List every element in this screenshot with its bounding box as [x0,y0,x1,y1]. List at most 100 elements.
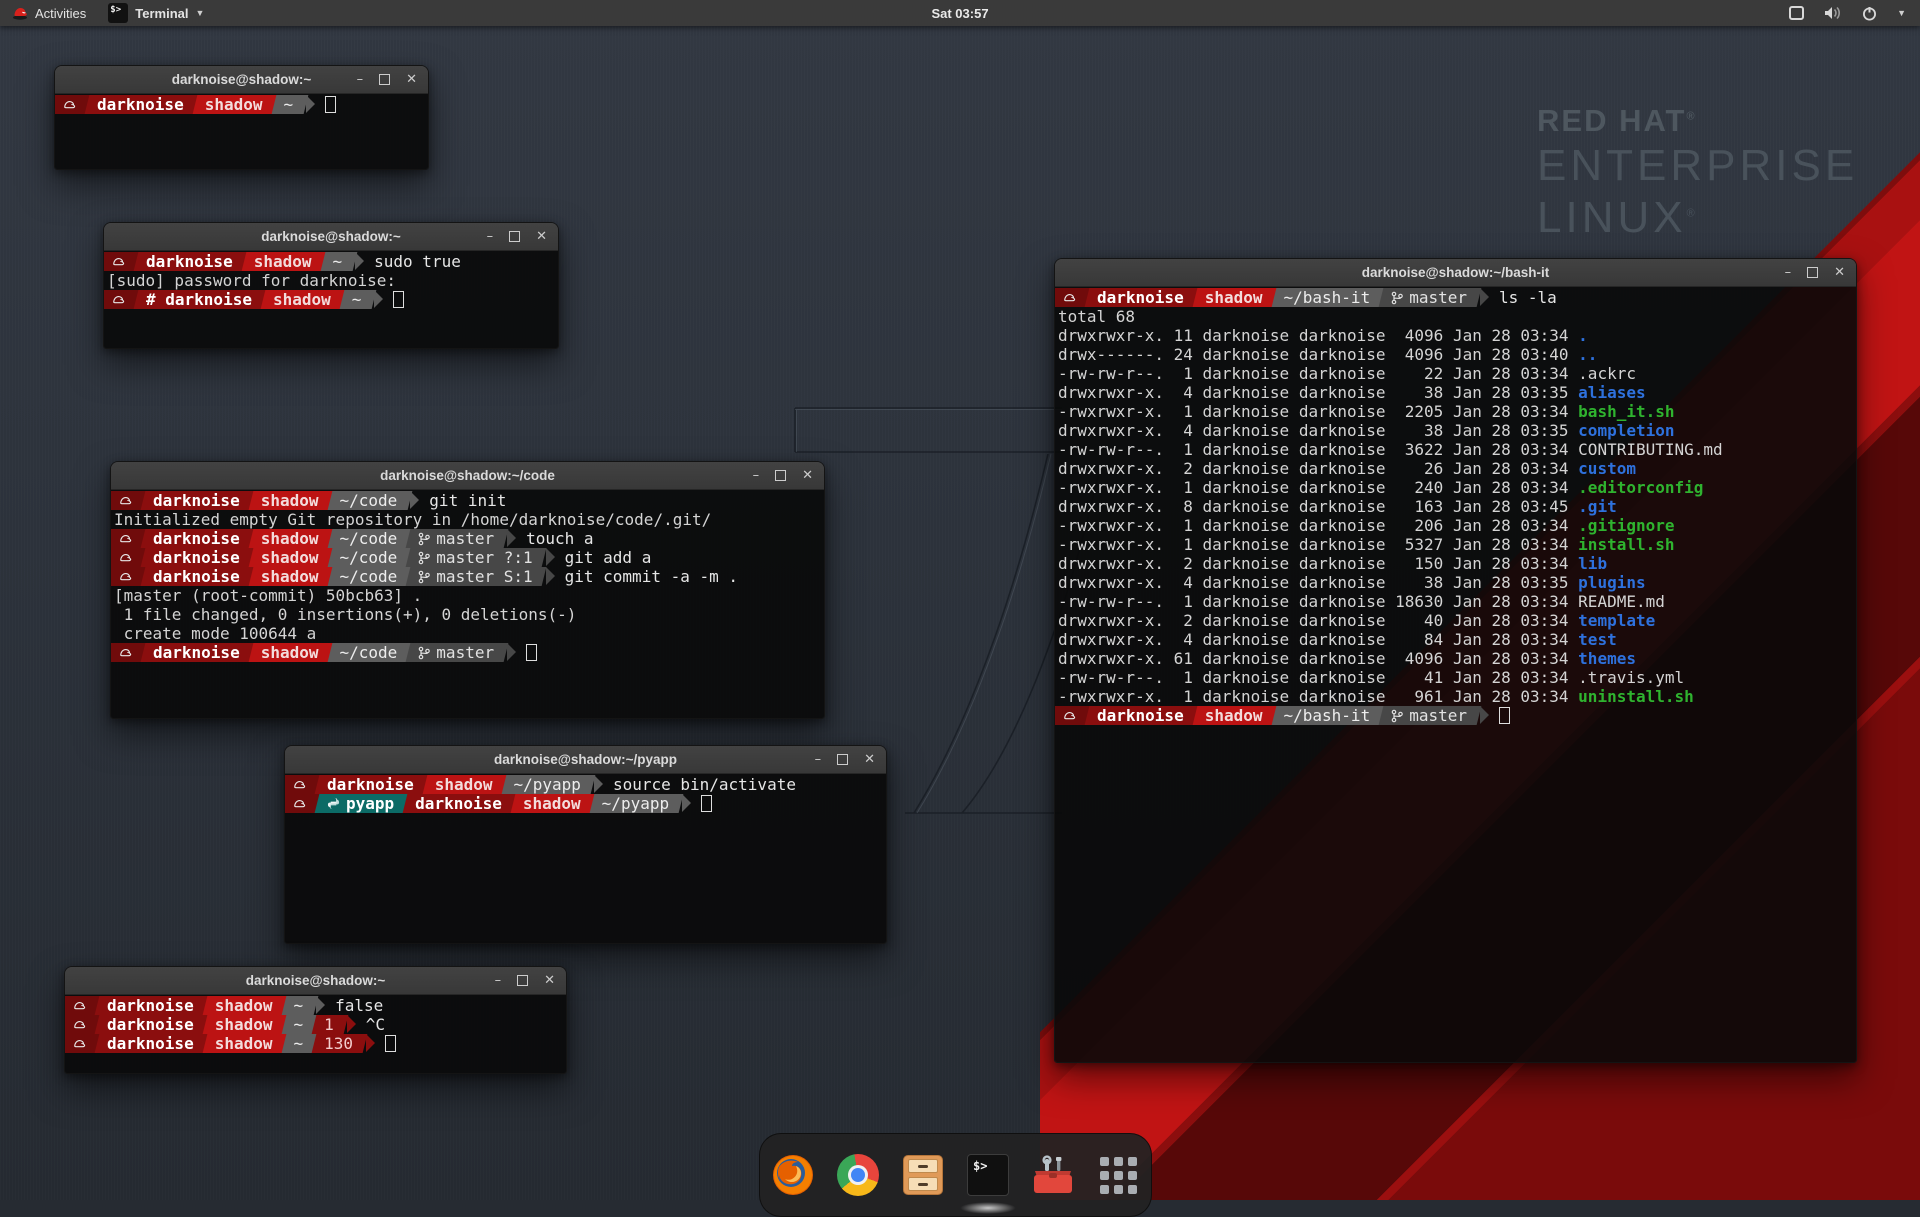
window-titlebar[interactable]: darknoise@shadow:~/code–✕ [111,462,824,490]
maximize-button[interactable] [517,975,528,986]
dock-item-files[interactable] [901,1153,945,1197]
terminal-output-line: create mode 100644 a [111,624,824,643]
window-buttons: –✕ [815,753,886,766]
prompt-segment-text: master [436,643,494,662]
prompt-segment-text: ~/code [340,643,398,662]
window-icon[interactable] [1789,6,1804,20]
ls-filename: custom [1578,459,1636,478]
terminal-cursor [393,291,404,308]
volume-icon[interactable] [1824,6,1842,20]
dock-item-app-grid[interactable] [1096,1153,1140,1197]
prompt-segment-user: darknoise [90,95,193,114]
terminal-cursor [325,96,336,113]
prompt-segment-user: darknoise [146,567,249,586]
close-button[interactable]: ✕ [1834,266,1845,279]
prompt-segment-text: ~/code [340,491,398,510]
terminal-output-line: [master (root-commit) 50bcb63] . [111,586,824,605]
prompt-segment-text: ~/bash-it [1284,288,1371,307]
terminal-content[interactable]: darknoiseshadow~/codegit initInitialized… [111,490,824,718]
terminal-content[interactable]: darknoiseshadow~falsedarknoiseshadow~1^C… [65,995,566,1073]
command-text: git commit -a -m . [565,567,738,586]
minimize-button[interactable]: – [495,974,502,987]
ls-row: drwxrwxr-x. 8 darknoise darknoise 163 Ja… [1055,497,1856,516]
prompt-segment-host: shadow [254,643,328,662]
terminal-content[interactable]: darknoiseshadow~/bash-itmasterls -latota… [1055,287,1856,1062]
minimize-button[interactable]: – [815,753,822,766]
chrome-icon [837,1154,879,1196]
terminal-prompt-line: darknoiseshadow~/pyappsource bin/activat… [285,775,886,794]
prompt-segment-user: darknoise [139,252,242,271]
power-icon[interactable] [1862,6,1877,21]
dock-item-chrome[interactable] [836,1153,880,1197]
prompt-arrow [316,996,325,1014]
maximize-button[interactable] [837,754,848,765]
prompt-segment-text: darknoise [107,996,194,1015]
window-titlebar[interactable]: darknoise@shadow:~/bash-it–✕ [1055,259,1856,287]
prompt-segment-path: ~ [287,1034,313,1053]
prompt-segment-path: ~ [277,95,303,114]
close-button[interactable]: ✕ [536,230,547,243]
maximize-button[interactable] [379,74,390,85]
prompt-segment-text: shadow [261,548,319,567]
prompt-segment-text: ~/code [340,567,398,586]
redhat-hat-icon [118,533,132,545]
close-button[interactable]: ✕ [544,974,555,987]
prompt-segment-text: shadow [261,567,319,586]
ls-filename: lib [1578,554,1607,573]
window-title: darknoise@shadow:~ [65,973,566,988]
maximize-button[interactable] [775,470,786,481]
window-buttons: –✕ [1785,266,1856,279]
prompt-segment-text: shadow [215,996,273,1015]
window-buttons: –✕ [487,230,558,243]
prompt-segment-git: master [1384,706,1476,725]
dock-item-toolbox[interactable] [1031,1153,1075,1197]
maximize-button[interactable] [509,231,520,242]
window-titlebar[interactable]: darknoise@shadow:~– ✕ [65,967,566,995]
ls-row: drwxrwxr-x. 61 darknoise darknoise 4096 … [1055,649,1856,668]
minimize-button[interactable]: – [487,230,494,243]
prompt-segment-hat [65,1015,95,1034]
ls-row: -rw-rw-r--. 1 darknoise darknoise 22 Jan… [1055,364,1856,383]
ls-row: -rwxrwxr-x. 1 darknoise darknoise 2205 J… [1055,402,1856,421]
prompt-segment-host: shadow [247,252,321,271]
close-button[interactable]: ✕ [802,469,813,482]
close-button[interactable]: ✕ [406,73,417,86]
terminal-content[interactable]: darknoiseshadow~sudo true[sudo] password… [104,251,558,348]
dock-item-firefox[interactable] [771,1153,815,1197]
ls-filename: .travis.yml [1578,668,1684,687]
maximize-button[interactable] [1807,267,1818,278]
prompt-segment-text: ~/bash-it [1284,706,1371,725]
redhat-hat-icon [1062,292,1076,304]
terminal-prompt-line: darknoiseshadow~/bash-itmaster [1055,706,1856,725]
prompt-segment-host: shadow [254,567,328,586]
rhel-wallpaper-logo: RED HAT® ENTERPRISE LINUX® [1537,103,1858,243]
clock[interactable]: Sat 03:57 [0,6,1920,21]
ls-filename: . [1578,326,1588,345]
chevron-down-icon[interactable]: ▼ [1897,8,1906,18]
window-titlebar[interactable]: darknoise@shadow:~–✕ [104,223,558,251]
ls-row: drwxrwxr-x. 4 darknoise darknoise 38 Jan… [1055,383,1856,402]
prompt-segment-user: # darknoise [139,290,261,309]
dock-item-terminal[interactable]: $> [966,1153,1010,1197]
prompt-segment-text: shadow [261,643,319,662]
terminal-prompt-line: darknoiseshadow~/codemastertouch a [111,529,824,548]
minimize-button[interactable]: – [1785,266,1792,279]
prompt-segment-user: darknoise [100,996,203,1015]
minimize-button[interactable]: – [357,73,364,86]
window-titlebar[interactable]: darknoise@shadow:~/pyapp–✕ [285,746,886,774]
terminal-content[interactable]: darknoiseshadow~ [55,94,428,169]
prompt-segment-text: ~/code [340,548,398,567]
minimize-button[interactable]: – [753,469,760,482]
terminal-output-line: total 68 [1055,307,1856,326]
prompt-arrow [1480,706,1489,724]
window-titlebar[interactable]: darknoise@shadow:~–✕ [55,66,428,94]
terminal-content[interactable]: darknoiseshadow~/pyappsource bin/activat… [285,774,886,943]
window-title: darknoise@shadow:~/bash-it [1055,265,1856,280]
close-button[interactable]: ✕ [864,753,875,766]
prompt-arrow [546,567,555,585]
prompt-segment-text: shadow [1205,288,1263,307]
python-icon [327,797,340,810]
redhat-hat-icon [62,99,76,111]
prompt-segment-host: shadow [254,491,328,510]
terminal-prompt-line: darknoiseshadow~/codemaster S:1git commi… [111,567,824,586]
